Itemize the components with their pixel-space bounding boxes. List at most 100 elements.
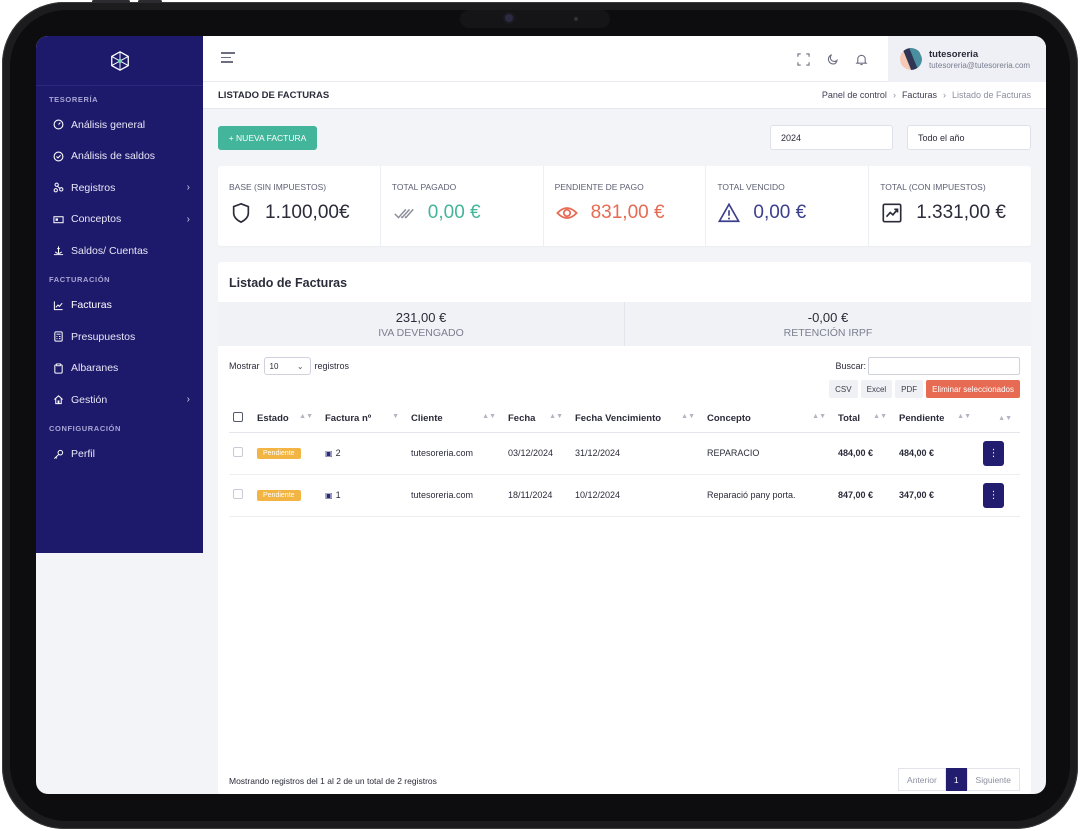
sort-icon: ▼ (392, 412, 399, 420)
client-link[interactable]: tutesoreria.com (407, 432, 504, 475)
table-row[interactable]: Pendiente ▣ 1 tutesoreria.com 18/11/2024 … (229, 474, 1020, 517)
table-row[interactable]: Pendiente ▣ 2 tutesoreria.com 03/12/2024 … (229, 432, 1020, 475)
column-header[interactable]: Concepto ▲▼ (703, 405, 834, 433)
column-header[interactable]: Total ▲▼ (834, 405, 895, 433)
breadcrumb-item[interactable]: Panel de control (822, 90, 887, 100)
device-button (138, 0, 162, 3)
stat-total: TOTAL (CON IMPUESTOS) 1.331,00 € (869, 166, 1031, 246)
page-length-select[interactable]: 10 ⌄ (263, 357, 311, 375)
sidebar-item-label: Facturas (71, 299, 112, 312)
search-input[interactable] (868, 357, 1020, 375)
sidebar-item-conceptos[interactable]: Conceptos › (36, 204, 203, 236)
export-excel-button[interactable]: Excel (860, 380, 893, 398)
sidebar-item-analisis-saldos[interactable]: Análisis de saldos (36, 141, 203, 173)
sidebar-item-facturas[interactable]: Facturas (36, 290, 203, 322)
prev-page-button[interactable]: Anterior (898, 768, 946, 791)
row-checkbox[interactable] (233, 447, 243, 457)
device-button (92, 0, 130, 3)
breadcrumb-current: Listado de Facturas (951, 90, 1031, 100)
camera-housing (460, 10, 610, 28)
pending-amount: 484,00 € (895, 432, 979, 475)
user-menu[interactable]: tutesoreria tutesoreria@tutesoreria.com (888, 36, 1046, 82)
status-badge: Pendiente (257, 490, 301, 501)
export-pdf-button[interactable]: PDF (895, 380, 924, 398)
double-check-icon (392, 201, 416, 225)
total-amount: 847,00 € (834, 474, 895, 517)
sort-icon: ▲▼ (957, 412, 971, 420)
page-length-control: Mostrar 10 ⌄ registros (229, 357, 349, 375)
breadcrumb-item[interactable]: Facturas (902, 90, 937, 100)
status-badge: Pendiente (257, 448, 301, 459)
select-all-checkbox[interactable] (233, 411, 243, 422)
invoice-date: 18/11/2024 (504, 474, 571, 517)
period-select[interactable]: Todo el año (907, 125, 1031, 150)
sidebar-item-label: Saldos/ Cuentas (71, 244, 149, 257)
camera-icon (505, 14, 513, 22)
sidebar-item-analisis-general[interactable]: Análisis general (36, 109, 203, 141)
user-name: tutesoreria (929, 48, 979, 60)
dark-mode-icon[interactable] (825, 52, 839, 66)
chevron-right-icon: › (186, 394, 190, 406)
column-header[interactable]: Estado ▲▼ (253, 405, 321, 433)
invoice-number[interactable]: ▣ 2 (321, 432, 407, 475)
section-title: CONFIGURACIÓN (49, 424, 121, 433)
stat-label: BASE (SIN IMPUESTOS) (229, 182, 327, 192)
delete-selected-button[interactable]: Eliminar seleccionados (926, 380, 1020, 398)
sidebar-item-gestion[interactable]: Gestión › (36, 384, 203, 416)
row-actions-button[interactable]: ⋮ (983, 440, 1004, 466)
sidebar-item-albaranes[interactable]: Albaranes (36, 353, 203, 385)
new-invoice-button[interactable]: + NUEVA FACTURA (218, 126, 317, 150)
trend-up-icon (880, 201, 904, 225)
column-header[interactable]: Cliente ▲▼ (407, 405, 504, 433)
topbar-actions (796, 52, 868, 66)
concept: REPARACIO (703, 432, 834, 475)
invoice-date: 03/12/2024 (504, 432, 571, 475)
stat-value: 831,00 € (590, 202, 665, 223)
chevron-right-icon: › (186, 182, 190, 194)
calculator-icon (52, 331, 64, 343)
invoice-number[interactable]: ▣ 1 (321, 474, 407, 517)
sidebar-item-label: Perfil (71, 448, 95, 461)
cube-logo-icon (110, 50, 129, 71)
stat-label: PENDIENTE DE PAGO (554, 182, 644, 192)
fullscreen-icon[interactable] (796, 52, 810, 66)
sort-icon: ▲▼ (681, 412, 695, 420)
column-header[interactable]: Pendiente ▲▼ (895, 405, 979, 433)
next-page-button[interactable]: Siguiente (966, 768, 1020, 791)
app-logo[interactable] (36, 36, 203, 86)
pending-amount: 347,00 € (895, 474, 979, 517)
document-icon: ▣ (325, 491, 333, 500)
stats-card: BASE (SIN IMPUESTOS) 1.100,00€ TOTAL PAG… (218, 166, 1031, 246)
sidebar-item-label: Presupuestos (71, 330, 136, 343)
export-csv-button[interactable]: CSV (829, 380, 858, 398)
client-link[interactable]: tutesoreria.com (407, 474, 504, 517)
year-select[interactable]: 2024 (770, 125, 893, 150)
sidebar-item-presupuestos[interactable]: Presupuestos (36, 321, 203, 353)
row-checkbox[interactable] (233, 489, 243, 499)
invoices-card: Listado de Facturas 231,00 € IVA DEVENGA… (218, 262, 1031, 794)
column-header[interactable]: Factura nº ▼ (321, 405, 407, 433)
clipboard-icon (52, 362, 64, 374)
search-control: Buscar: (835, 357, 1020, 375)
column-header[interactable]: Fecha Vencimiento ▲▼ (571, 405, 703, 433)
table-header: Estado ▲▼ Factura nº ▼ Cliente ▲▼ Fecha ▲▼ F… (229, 405, 1020, 433)
sidebar: TESORERÍA Análisis general Análisis de s… (36, 36, 203, 553)
summary-iva: 231,00 € IVA DEVENGADO (218, 302, 625, 346)
bell-icon[interactable] (854, 52, 868, 66)
sort-icon: ▲▼ (299, 412, 313, 420)
sidebar-item-saldos-cuentas[interactable]: Saldos/ Cuentas (36, 235, 203, 267)
select-all-cell (229, 405, 253, 433)
anchor-icon (52, 245, 64, 257)
section-title: FACTURACIÓN (49, 275, 111, 284)
sidebar-item-label: Albaranes (71, 362, 119, 375)
chevron-down-icon: ⌄ (296, 361, 304, 371)
stat-value: 1.100,00€ (265, 202, 350, 223)
page-button-current[interactable]: 1 (945, 768, 967, 791)
sidebar-item-perfil[interactable]: Perfil (36, 439, 203, 471)
menu-toggle-icon[interactable] (221, 52, 235, 64)
sidebar-item-registros[interactable]: Registros › (36, 172, 203, 204)
sort-icon: ▲▼ (873, 412, 887, 420)
row-actions-button[interactable]: ⋮ (983, 482, 1004, 508)
column-header[interactable]: Fecha ▲▼ (504, 405, 571, 433)
chevron-right-icon: › (186, 213, 190, 225)
